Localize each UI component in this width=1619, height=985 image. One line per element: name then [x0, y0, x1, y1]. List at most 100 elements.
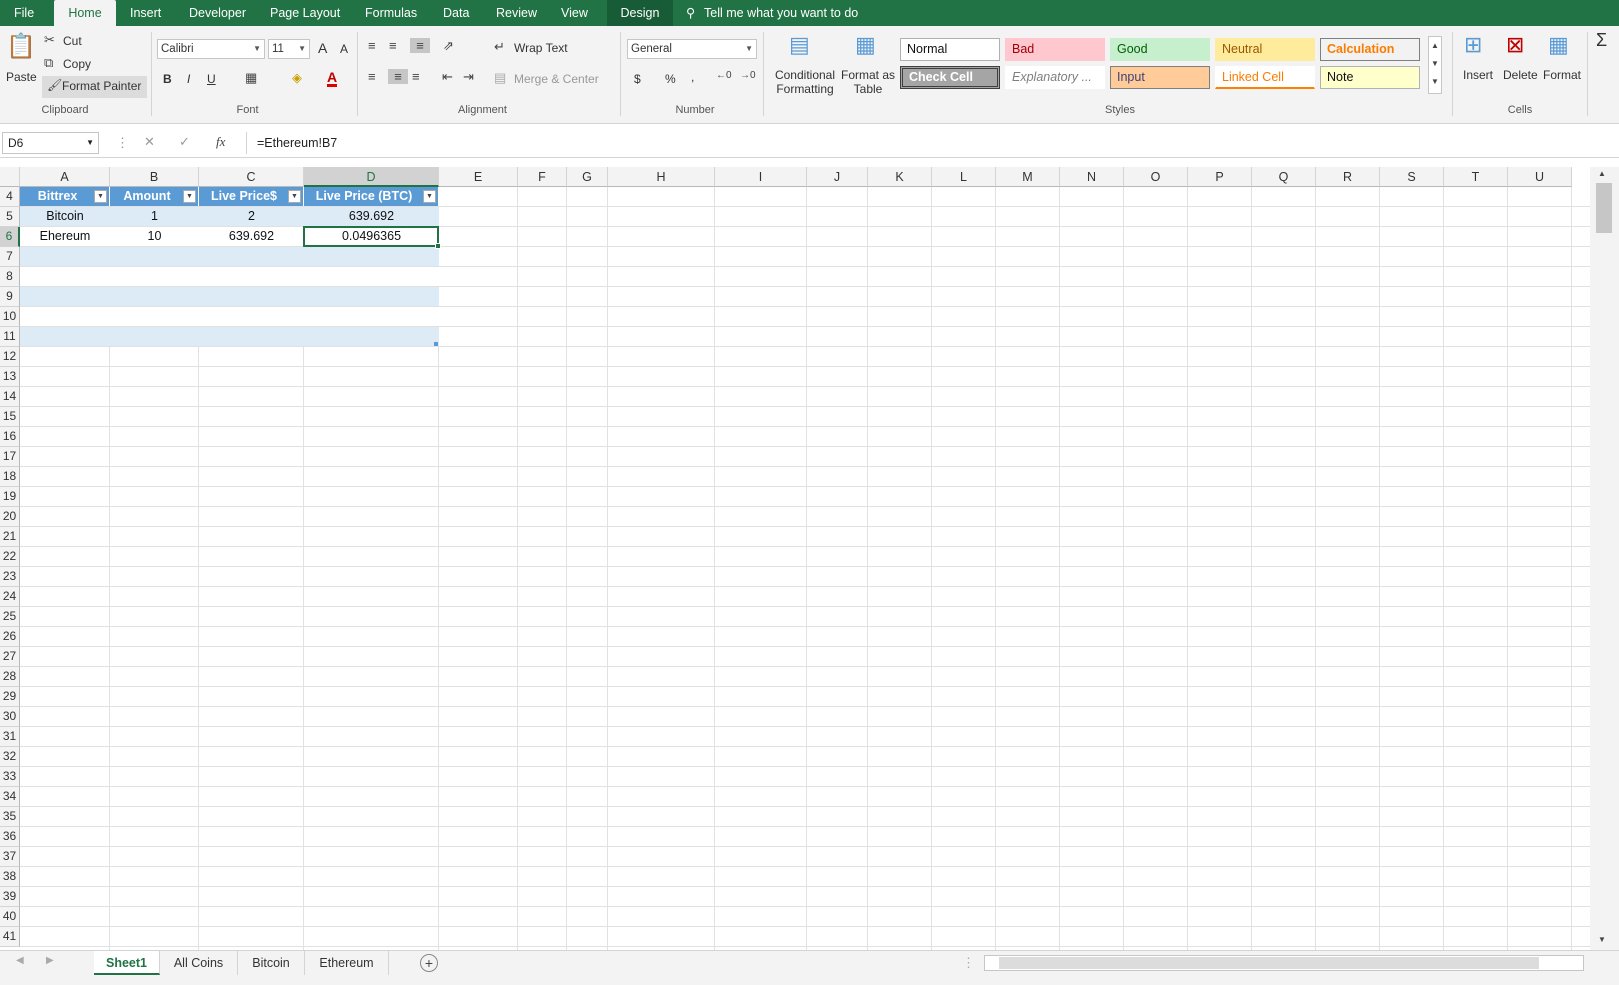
font-color-button[interactable]: A — [327, 70, 338, 87]
comma-button[interactable]: , — [691, 70, 694, 84]
row-header-26[interactable]: 26 — [0, 627, 20, 647]
row-header-35[interactable]: 35 — [0, 807, 20, 827]
table-cell[interactable]: 639.692 — [304, 207, 439, 226]
row-header-4[interactable]: 4 — [0, 187, 20, 207]
row-header-31[interactable]: 31 — [0, 727, 20, 747]
fill-handle[interactable] — [435, 243, 441, 249]
conditional-formatting-icon[interactable]: ▤ — [789, 32, 810, 58]
column-header-j[interactable]: J — [807, 167, 868, 187]
fill-color-icon[interactable]: ◈ — [292, 70, 302, 86]
row-header-14[interactable]: 14 — [0, 387, 20, 407]
borders-icon[interactable]: ▦ — [245, 70, 257, 86]
filter-dropdown-icon[interactable]: ▼ — [423, 190, 436, 203]
shrink-font-button[interactable]: A — [340, 42, 348, 56]
row-header-36[interactable]: 36 — [0, 827, 20, 847]
row-header-27[interactable]: 27 — [0, 647, 20, 667]
formula-input[interactable]: =Ethereum!B7 — [246, 132, 1616, 154]
row-header-11[interactable]: 11 — [0, 327, 20, 347]
bold-button[interactable]: B — [163, 72, 172, 86]
wrap-text-button[interactable]: Wrap Text — [514, 41, 568, 55]
tab-view[interactable]: View — [561, 0, 588, 26]
cut-icon[interactable]: ✂ — [44, 32, 55, 48]
column-header-m[interactable]: M — [996, 167, 1060, 187]
style-good[interactable]: Good — [1110, 38, 1210, 61]
align-right-icon[interactable]: ≡ — [412, 69, 420, 84]
column-header-p[interactable]: P — [1188, 167, 1252, 187]
row-header-9[interactable]: 9 — [0, 287, 20, 307]
styles-gallery-scroll[interactable]: ▲ ▼ ▼ — [1428, 36, 1442, 94]
row-header-23[interactable]: 23 — [0, 567, 20, 587]
cut-button[interactable]: Cut — [63, 34, 82, 48]
select-all-corner[interactable] — [0, 167, 20, 187]
column-header-t[interactable]: T — [1444, 167, 1508, 187]
column-header-n[interactable]: N — [1060, 167, 1124, 187]
formula-bar-options-icon[interactable]: ⋮ — [116, 135, 129, 151]
add-sheet-button[interactable]: + — [420, 954, 438, 972]
name-box[interactable]: D6 ▼ — [2, 132, 99, 154]
tab-file[interactable]: File — [14, 0, 44, 26]
row-header-12[interactable]: 12 — [0, 347, 20, 367]
column-header-e[interactable]: E — [439, 167, 518, 187]
tab-home[interactable]: Home — [54, 0, 116, 26]
autosum-icon[interactable]: Σ — [1596, 30, 1607, 51]
sheet-tab-bitcoin[interactable]: Bitcoin — [238, 951, 305, 975]
table-resize-handle[interactable] — [434, 342, 438, 346]
horizontal-scroll-thumb[interactable] — [999, 957, 1539, 969]
column-header-o[interactable]: O — [1124, 167, 1188, 187]
column-header-u[interactable]: U — [1508, 167, 1572, 187]
row-header-28[interactable]: 28 — [0, 667, 20, 687]
filter-dropdown-icon[interactable]: ▼ — [94, 190, 107, 203]
scroll-down-icon[interactable]: ▼ — [1598, 935, 1606, 944]
grow-font-button[interactable]: A — [318, 40, 327, 56]
column-header-i[interactable]: I — [715, 167, 807, 187]
style-input[interactable]: Input — [1110, 66, 1210, 89]
tell-me-search[interactable]: Tell me what you want to do — [704, 0, 858, 26]
row-header-25[interactable]: 25 — [0, 607, 20, 627]
align-left-icon[interactable]: ≡ — [368, 69, 376, 84]
cancel-icon[interactable]: ✕ — [144, 134, 155, 150]
row-header-17[interactable]: 17 — [0, 447, 20, 467]
delete-cells-button[interactable]: Delete — [1503, 68, 1538, 82]
merge-center-button[interactable]: Merge & Center — [514, 72, 599, 86]
row-header-6[interactable]: 6 — [0, 227, 20, 247]
row-header-19[interactable]: 19 — [0, 487, 20, 507]
column-header-r[interactable]: R — [1316, 167, 1380, 187]
tab-developer[interactable]: Developer — [189, 0, 246, 26]
conditional-formatting-button[interactable]: Conditional Formatting — [772, 68, 838, 96]
row-header-33[interactable]: 33 — [0, 767, 20, 787]
copy-icon[interactable]: ⧉ — [44, 55, 53, 71]
vertical-scrollbar[interactable]: ▲ ▼ — [1590, 167, 1619, 950]
scroll-up-icon[interactable]: ▲ — [1598, 169, 1606, 178]
tell-me-icon[interactable]: ⚲ — [686, 0, 695, 26]
table-cell[interactable]: 2 — [199, 207, 304, 226]
table-cell[interactable]: Bitcoin — [20, 207, 110, 226]
sheet-tab-ethereum[interactable]: Ethereum — [305, 951, 389, 975]
row-header-32[interactable]: 32 — [0, 747, 20, 767]
increase-decimal-icon[interactable]: ←0 — [716, 70, 732, 81]
row-header-20[interactable]: 20 — [0, 507, 20, 527]
scroll-sheets-left-icon[interactable]: ◀ — [16, 955, 24, 966]
horizontal-scrollbar[interactable] — [984, 955, 1584, 971]
column-header-b[interactable]: B — [110, 167, 199, 187]
style-explanatory[interactable]: Explanatory ... — [1005, 66, 1105, 89]
copy-button[interactable]: Copy — [63, 57, 91, 71]
orientation-icon[interactable]: ⇗ — [443, 38, 454, 54]
column-header-f[interactable]: F — [518, 167, 567, 187]
row-header-41[interactable]: 41 — [0, 927, 20, 947]
italic-button[interactable]: I — [187, 72, 190, 86]
tab-page-layout[interactable]: Page Layout — [270, 0, 340, 26]
column-header-l[interactable]: L — [932, 167, 996, 187]
font-size-select[interactable]: 11 ▼ — [268, 39, 310, 59]
style-note[interactable]: Note — [1320, 66, 1420, 89]
row-header-15[interactable]: 15 — [0, 407, 20, 427]
insert-cells-icon[interactable]: ⊞ — [1464, 32, 1482, 58]
filter-dropdown-icon[interactable]: ▼ — [288, 190, 301, 203]
row-header-5[interactable]: 5 — [0, 207, 20, 227]
column-header-h[interactable]: H — [608, 167, 715, 187]
tab-split-handle[interactable]: ⋮ — [962, 955, 975, 971]
table-cell[interactable]: 10 — [110, 227, 199, 246]
filter-dropdown-icon[interactable]: ▼ — [183, 190, 196, 203]
row-header-39[interactable]: 39 — [0, 887, 20, 907]
row-header-30[interactable]: 30 — [0, 707, 20, 727]
active-cell-selection[interactable] — [303, 226, 439, 247]
